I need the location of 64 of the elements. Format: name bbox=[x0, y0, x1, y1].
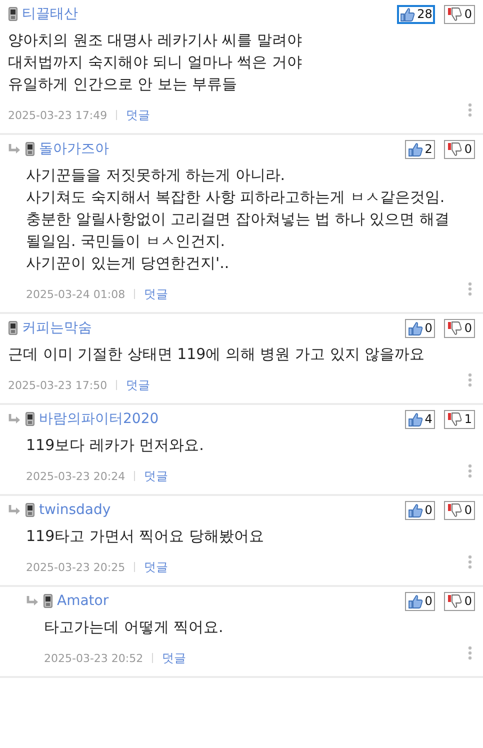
comment-date: 2025-03-23 20:25 bbox=[26, 560, 126, 574]
kebab-icon bbox=[468, 555, 472, 569]
reply-link[interactable]: 덧글 bbox=[144, 468, 168, 484]
reply-link[interactable]: 덧글 bbox=[126, 376, 150, 394]
dislike-button[interactable]: 0 bbox=[444, 592, 475, 610]
phone-icon bbox=[8, 321, 18, 335]
phone-icon bbox=[43, 594, 53, 608]
kebab-icon bbox=[468, 646, 472, 660]
dislike-button[interactable]: 0 bbox=[444, 140, 475, 158]
kebab-icon bbox=[468, 103, 472, 117]
thumbs-down-icon bbox=[447, 320, 462, 336]
author-link[interactable]: 돌아가즈아 bbox=[39, 140, 109, 158]
like-button[interactable]: 28 bbox=[397, 4, 436, 24]
phone-icon bbox=[25, 142, 35, 156]
comment-date: 2025-03-23 17:49 bbox=[8, 108, 108, 122]
like-button[interactable]: 2 bbox=[404, 140, 436, 158]
comment-text: 119타고 가면서 찍어요 당해봤어요 bbox=[26, 526, 265, 547]
reply-arrow-icon bbox=[8, 143, 21, 155]
reply-link[interactable]: 덧글 bbox=[126, 106, 150, 124]
like-button[interactable]: 0 bbox=[404, 592, 436, 610]
dislike-button[interactable]: 0 bbox=[444, 318, 475, 338]
phone-icon bbox=[8, 7, 18, 21]
comment-date: 2025-03-23 17:50 bbox=[8, 378, 108, 392]
thumbs-up-icon bbox=[408, 142, 423, 156]
comment-text: 119보다 레카가 먼저와요. bbox=[26, 435, 205, 456]
thumbs-down-icon bbox=[447, 502, 462, 518]
thumbs-up-icon bbox=[408, 502, 423, 518]
like-button[interactable]: 4 bbox=[404, 410, 436, 428]
dislike-button[interactable]: 1 bbox=[444, 410, 475, 428]
reply-arrow-icon bbox=[8, 504, 21, 516]
thumbs-up-icon bbox=[408, 594, 423, 608]
reply-link[interactable]: 덧글 bbox=[162, 650, 186, 666]
phone-icon bbox=[25, 412, 35, 426]
phone-icon bbox=[25, 503, 35, 517]
kebab-icon bbox=[468, 373, 472, 387]
like-button[interactable]: 0 bbox=[404, 500, 436, 520]
comment-text: 근데 이미 기절한 상태면 119에 의해 병원 가고 있지 않을까요 bbox=[8, 344, 426, 365]
reply-link[interactable]: 덧글 bbox=[144, 286, 168, 302]
thumbs-down-icon bbox=[447, 142, 462, 156]
author-link[interactable]: 바람의파이터2020 bbox=[39, 410, 159, 428]
thumbs-down-icon bbox=[447, 594, 462, 608]
author-link[interactable]: 티끌태산 bbox=[22, 5, 78, 23]
reply-arrow-icon bbox=[26, 595, 39, 607]
author-link[interactable]: Amator bbox=[57, 593, 109, 609]
dislike-button[interactable]: 0 bbox=[444, 500, 475, 520]
like-button[interactable]: 0 bbox=[404, 318, 436, 338]
comment-date: 2025-03-23 20:52 bbox=[44, 652, 144, 664]
reply-arrow-icon bbox=[8, 413, 21, 425]
comment-date: 2025-03-24 01:08 bbox=[26, 288, 126, 300]
author-link[interactable]: twinsdady bbox=[39, 502, 111, 518]
comment-text: 타고가는데 어떻게 찍어요. bbox=[44, 617, 224, 638]
reply-link[interactable]: 덧글 bbox=[144, 558, 168, 576]
comment-date: 2025-03-23 20:24 bbox=[26, 470, 126, 482]
thumbs-down-icon bbox=[447, 412, 462, 426]
author-link[interactable]: 커피는막숨 bbox=[22, 319, 92, 337]
dislike-button[interactable]: 0 bbox=[444, 4, 475, 24]
kebab-icon bbox=[468, 282, 472, 296]
thumbs-up-icon bbox=[400, 6, 416, 22]
thumbs-up-icon bbox=[408, 320, 423, 336]
comment-text: 사기꾼들을 저짓못하게 하는게 아니라. 사기쳐도 숙지해서 복잡한 사항 피하라고하는게 ㅂㅅ같은것임. 충분한 알릴사항없이 고리걸면 잡아쳐넣는 법 하나 있으면 해결 될일임. 국민들이 ㅂㅅ인건지. 사기꾼이 있는게 당연한건지'.. bbox=[26, 165, 450, 274]
comment-text: 양아치의 원조 대명사 레카기사 씨를 말려야 대처법까지 숙지해야 되니 얼마나 썩은 거야 유일하게 인간으로 안 보는 부류들 bbox=[8, 30, 303, 95]
kebab-icon bbox=[468, 464, 472, 478]
thumbs-down-icon bbox=[447, 6, 462, 22]
thumbs-up-icon bbox=[408, 412, 423, 426]
